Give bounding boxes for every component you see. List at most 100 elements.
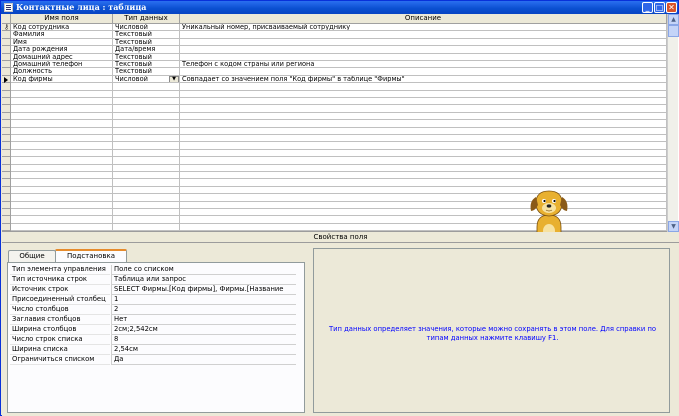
description-cell[interactable]: Телефон с кодом страны или региона	[180, 61, 667, 69]
description-cell[interactable]	[180, 142, 667, 150]
description-cell[interactable]	[180, 98, 667, 106]
row-selector[interactable]	[2, 105, 11, 113]
data-type-cell[interactable]: Текстовый	[113, 53, 180, 61]
row-selector[interactable]	[2, 90, 11, 98]
property-value-field[interactable]: 8	[111, 335, 296, 345]
data-type-cell[interactable]	[113, 216, 180, 224]
description-cell[interactable]	[180, 90, 667, 98]
field-name-cell[interactable]	[11, 186, 113, 195]
description-cell[interactable]	[180, 186, 667, 195]
row-selector[interactable]	[2, 61, 11, 69]
field-name-cell[interactable]	[11, 194, 113, 202]
tab-lookup[interactable]: Подстановка	[55, 249, 127, 263]
vertical-scrollbar[interactable]: ▲ ▼	[667, 14, 679, 232]
row-selector[interactable]	[2, 149, 11, 158]
data-type-cell[interactable]: Дата/время	[113, 46, 180, 54]
row-selector[interactable]	[2, 209, 11, 217]
data-type-cell[interactable]	[113, 179, 180, 187]
data-type-cell[interactable]	[113, 149, 180, 158]
scroll-down-icon[interactable]: ▼	[668, 221, 679, 232]
table-row[interactable]: Имя Текстовый	[2, 38, 667, 47]
property-value-field[interactable]: Нет	[111, 315, 296, 325]
row-selector[interactable]	[2, 201, 11, 209]
row-selector[interactable]	[2, 112, 11, 121]
description-cell[interactable]	[180, 53, 667, 61]
row-selector[interactable]	[2, 120, 11, 128]
row-selector[interactable]	[2, 164, 11, 172]
minimize-button[interactable]: _	[642, 2, 653, 13]
row-selector[interactable]	[2, 53, 11, 61]
table-row[interactable]	[2, 83, 667, 91]
row-selector[interactable]	[2, 83, 11, 91]
table-row[interactable]: Домашний телефон Текстовый Телефон с кодом…	[2, 61, 667, 69]
data-type-cell[interactable]	[113, 172, 180, 180]
property-row[interactable]: Ограничиться списком Да	[10, 355, 296, 365]
close-button[interactable]: ✕	[666, 2, 677, 13]
description-cell[interactable]	[180, 194, 667, 202]
table-row[interactable]	[2, 105, 667, 113]
field-name-cell[interactable]: Имя	[11, 38, 113, 47]
description-cell[interactable]	[180, 149, 667, 158]
description-cell[interactable]	[180, 31, 667, 39]
header-field-name[interactable]: Имя поля	[11, 14, 113, 24]
row-selector[interactable]	[2, 216, 11, 224]
tab-general[interactable]: Общие	[8, 250, 56, 262]
data-type-cell[interactable]: Числовой ▼	[113, 75, 180, 84]
description-cell[interactable]	[180, 209, 667, 217]
data-type-cell[interactable]	[113, 90, 180, 98]
property-row[interactable]: Ширина списка 2,54см	[10, 345, 296, 355]
field-name-cell[interactable]	[11, 209, 113, 217]
field-name-cell[interactable]	[11, 164, 113, 172]
property-row[interactable]: Число строк списка 8	[10, 335, 296, 345]
row-selector[interactable]	[2, 98, 11, 106]
field-name-cell[interactable]: Дата рождения	[11, 46, 113, 54]
data-type-cell[interactable]	[113, 127, 180, 135]
data-type-cell[interactable]	[113, 98, 180, 106]
description-cell[interactable]	[180, 157, 667, 165]
description-cell[interactable]	[180, 83, 667, 91]
data-type-cell[interactable]	[113, 120, 180, 128]
property-value-field[interactable]: SELECT Фирмы.[Код фирмы], Фирмы.[Названи…	[111, 285, 296, 295]
field-name-cell[interactable]: Домашний адрес	[11, 53, 113, 61]
field-name-cell[interactable]	[11, 83, 113, 91]
field-name-cell[interactable]	[11, 90, 113, 98]
description-cell[interactable]	[180, 164, 667, 172]
field-name-cell[interactable]	[11, 179, 113, 187]
property-row[interactable]: Тип источника строк Таблица или запрос	[10, 275, 296, 285]
data-type-cell[interactable]	[113, 201, 180, 209]
data-type-cell[interactable]	[113, 209, 180, 217]
table-row[interactable]: Код фирмы Числовой ▼ Совпадает со значением…	[2, 75, 667, 84]
row-selector[interactable]	[2, 186, 11, 195]
description-cell[interactable]	[180, 201, 667, 209]
maximize-button[interactable]: □	[654, 2, 665, 13]
table-row[interactable]	[2, 164, 667, 172]
property-row[interactable]: Тип элемента управления Поле со списком	[10, 265, 296, 275]
description-cell[interactable]: Уникальный номер, присваиваемый сотрудни…	[180, 24, 667, 32]
scroll-thumb[interactable]	[668, 25, 679, 37]
dropdown-arrow-icon[interactable]: ▼	[169, 75, 179, 83]
data-type-cell[interactable]: Текстовый	[113, 68, 180, 76]
field-name-cell[interactable]	[11, 120, 113, 128]
description-cell[interactable]: Совпадает со значением поля "Код фирмы" …	[180, 75, 667, 84]
data-type-cell[interactable]	[113, 164, 180, 172]
property-value-field[interactable]: Таблица или запрос	[111, 275, 296, 285]
description-cell[interactable]	[180, 46, 667, 54]
field-name-cell[interactable]: Должность	[11, 68, 113, 76]
property-row[interactable]: Заглавия столбцов Нет	[10, 315, 296, 325]
field-name-cell[interactable]	[11, 157, 113, 165]
description-cell[interactable]	[180, 120, 667, 128]
header-data-type[interactable]: Тип данных	[113, 14, 180, 24]
row-selector[interactable]	[2, 68, 11, 76]
description-cell[interactable]	[180, 112, 667, 121]
field-name-cell[interactable]: Код сотрудника	[11, 24, 113, 32]
table-row[interactable]: Должность Текстовый	[2, 68, 667, 76]
data-type-cell[interactable]	[113, 83, 180, 91]
property-value-field[interactable]: 2	[111, 305, 296, 315]
data-type-cell[interactable]	[113, 135, 180, 143]
data-type-cell[interactable]	[113, 223, 180, 232]
table-row[interactable]	[2, 112, 667, 121]
property-value-field[interactable]: Поле со списком	[111, 265, 296, 275]
row-selector[interactable]	[2, 223, 11, 232]
table-row[interactable]: ⚷ Код сотрудника Числовой Уникальный номер,…	[2, 24, 667, 32]
row-selector[interactable]	[2, 157, 11, 165]
